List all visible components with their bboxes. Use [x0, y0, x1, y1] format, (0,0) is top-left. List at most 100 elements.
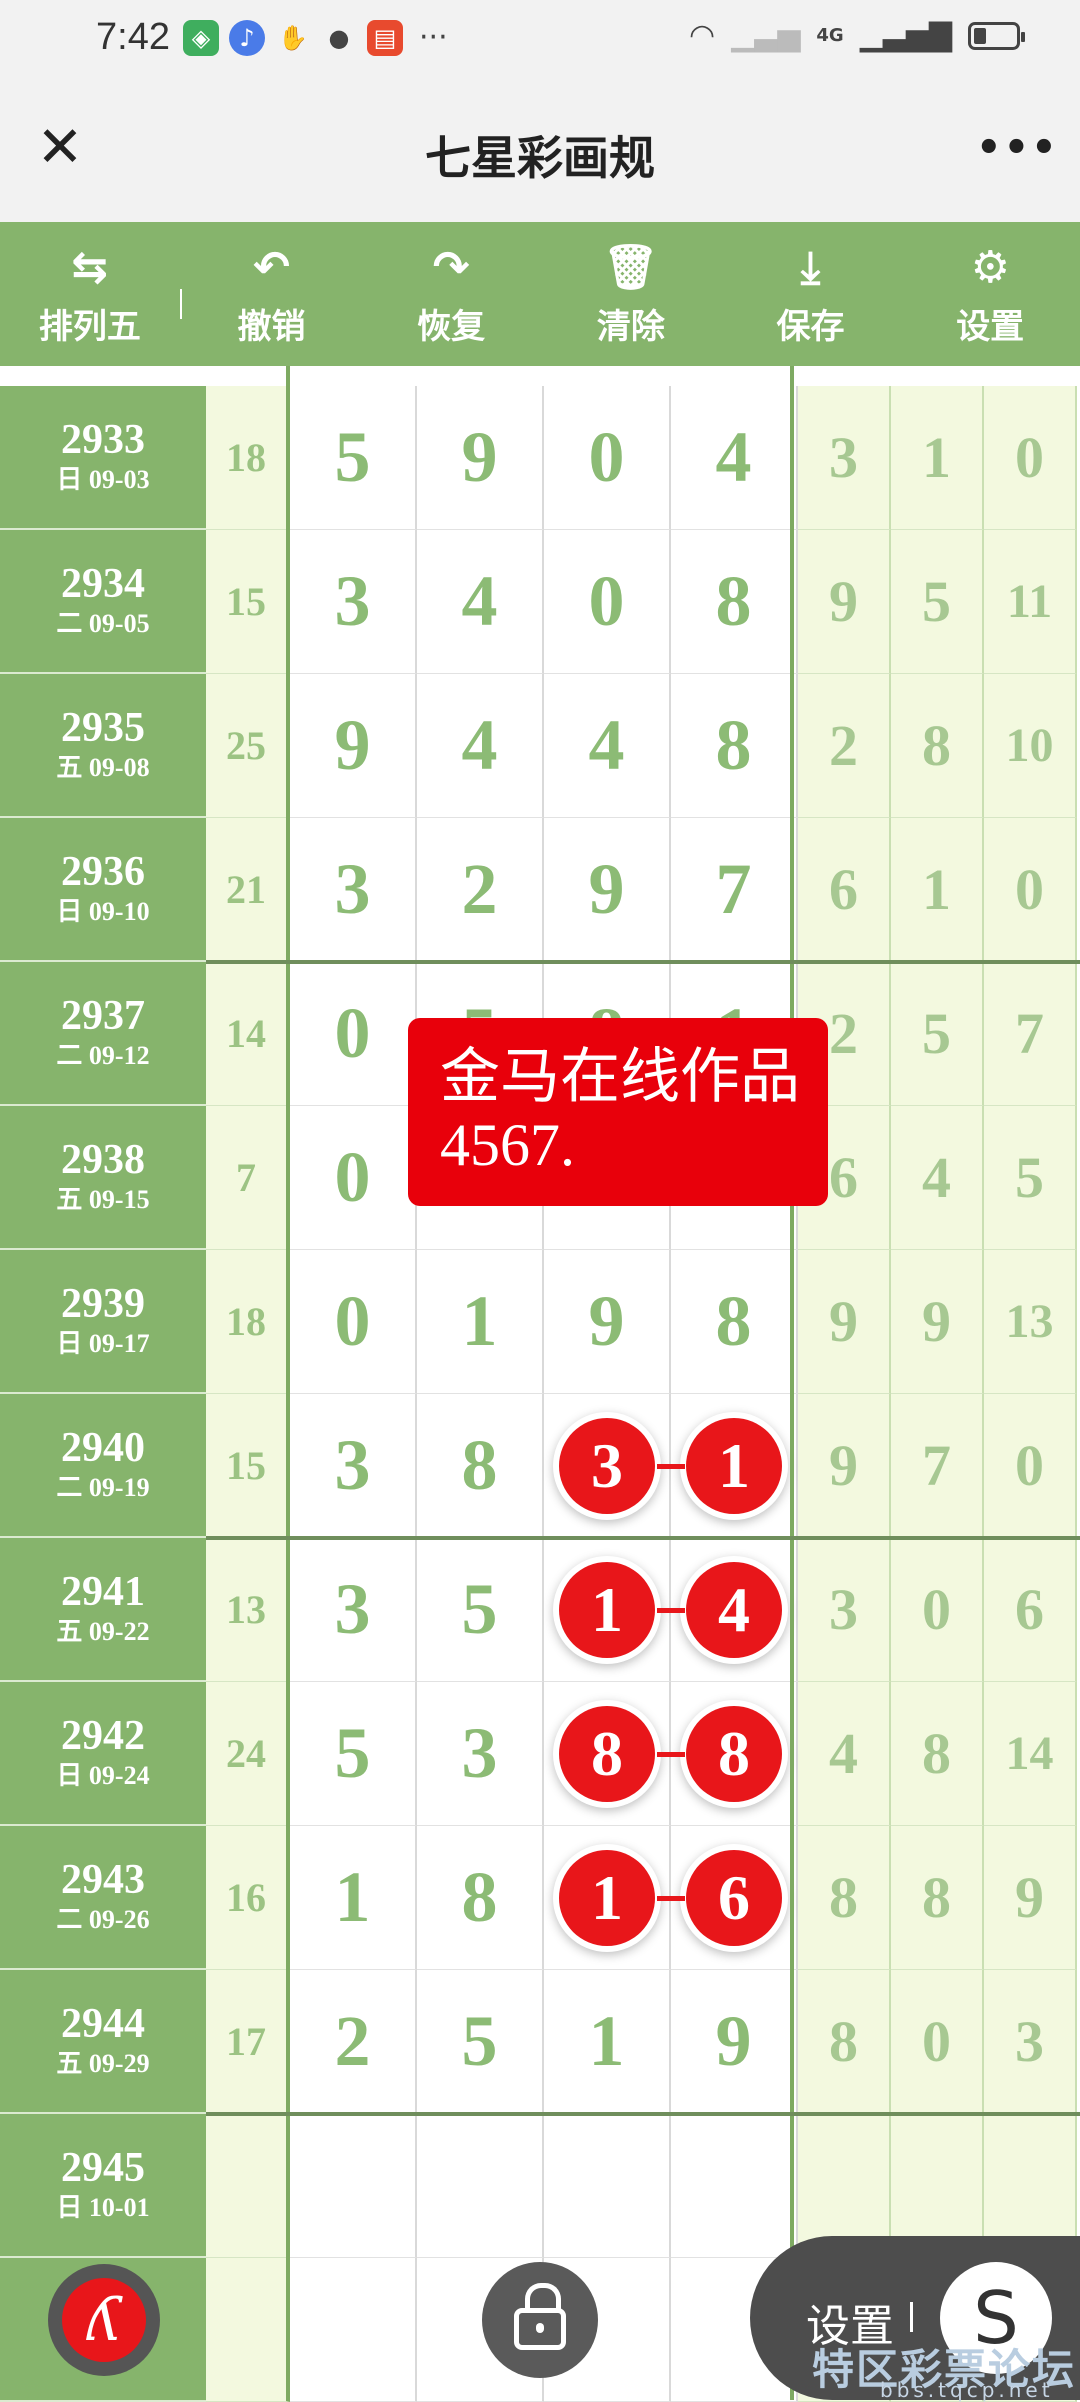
digit-cell[interactable]: 3 — [290, 1538, 417, 1682]
digit-cell[interactable]: 8 — [671, 530, 798, 674]
highlight-ball[interactable]: 1 — [686, 1418, 782, 1514]
digit-cell[interactable]: 4 — [671, 386, 798, 530]
draw-date: 五 09-22 — [56, 1617, 150, 1646]
table-row: 2935 五 09-08 25 9 4 4 8 2 8 10 — [0, 674, 1080, 818]
digit-cell[interactable]: 3 — [290, 1394, 417, 1538]
stat-cell: 8 — [891, 1682, 984, 1826]
digit-cell[interactable]: 9 — [544, 818, 671, 962]
highlight-ball[interactable]: 8 — [686, 1706, 782, 1802]
stat-cell: 14 — [984, 1682, 1077, 1826]
digit-cell[interactable]: 3 — [290, 530, 417, 674]
draw-grid[interactable]: 2933 日 09-03 18 5 9 0 4 3 1 0 2934 二 09-05 15 3 4 0 8 9 5 1… — [0, 366, 1080, 2402]
stat-cell: 7 — [984, 962, 1077, 1106]
period-cell: 2939 日 09-17 — [0, 1250, 206, 1394]
toolbar-settings-button[interactable]: ⚙ 设置 — [900, 222, 1080, 366]
digit-cell[interactable]: 1 — [290, 1826, 417, 1970]
digit-cell[interactable]: 4 — [544, 674, 671, 818]
digit-cell[interactable]: 9 — [544, 1250, 671, 1394]
digit-cell[interactable]: 0 — [290, 1250, 417, 1394]
highlight-ball[interactable]: 1 — [559, 1850, 655, 1946]
toolbar-lottery-type-button[interactable]: ⇆ 排列五 — [0, 222, 180, 366]
music-icon: ♪ — [229, 20, 265, 56]
pen-tool-button[interactable]: ʎ — [48, 2264, 160, 2376]
digit-cell[interactable]: 2 — [290, 1970, 417, 2114]
author-banner: 金马在线作品 4567. — [408, 1018, 828, 1206]
highlight-ball[interactable]: 3 — [559, 1418, 655, 1514]
sum-divider — [286, 366, 290, 2400]
digit-cell[interactable]: 8 — [417, 1826, 544, 1970]
digit-cell[interactable]: 3 — [290, 818, 417, 962]
trash-icon: 🗑 — [602, 241, 659, 293]
digit-cell[interactable]: 0 — [290, 962, 417, 1106]
lock-button[interactable] — [482, 2262, 598, 2378]
digit-cell[interactable]: 9 — [290, 674, 417, 818]
sum-cell: 15 — [206, 1394, 290, 1538]
sum-cell — [206, 2114, 290, 2258]
sum-cell: 17 — [206, 1970, 290, 2114]
digit-cell[interactable]: 7 — [671, 818, 798, 962]
notification-icons: ◈ ♪ ✋ ● ▤ ··· — [183, 20, 448, 56]
digit-cell[interactable]: 1 — [417, 1250, 544, 1394]
stat-cell: 0 — [891, 1538, 984, 1682]
digit-cell[interactable]: 1 — [544, 1970, 671, 2114]
period-number: 2937 — [61, 993, 145, 1039]
toolbar-clear-button[interactable]: 🗑 清除 — [541, 222, 721, 366]
digit-cell[interactable]: 2 — [417, 818, 544, 962]
digit-cell[interactable]: 9 — [417, 386, 544, 530]
digit-cell[interactable]: 0 — [544, 386, 671, 530]
toolbar-redo-button[interactable]: ↷ 恢复 — [361, 222, 541, 366]
digit-cell[interactable] — [290, 2114, 417, 2258]
stat-cell: 0 — [984, 386, 1077, 530]
digit-cell[interactable]: 5 — [290, 1682, 417, 1826]
ball-connector — [657, 1464, 685, 1469]
more-menu-icon[interactable]: ••• — [976, 116, 1057, 180]
table-row: 2936 日 09-10 21 3 2 9 7 6 1 0 — [0, 818, 1080, 962]
sum-cell: 15 — [206, 530, 290, 674]
table-row: 2933 日 09-03 18 5 9 0 4 3 1 0 — [0, 386, 1080, 530]
period-cell: 2945 日 10-01 — [0, 2114, 206, 2258]
highlight-ball[interactable]: 6 — [686, 1850, 782, 1946]
digit-cell[interactable]: 5 — [417, 1538, 544, 1682]
digit-cell[interactable]: 0 — [290, 1106, 417, 1250]
sum-cell: 24 — [206, 1682, 290, 1826]
digit-cell[interactable] — [417, 2114, 544, 2258]
digit-cell[interactable] — [544, 2114, 671, 2258]
status-bar: 7:42 ◈ ♪ ✋ ● ▤ ··· ◠ ▁▃▅ 4G ▁▃▅▇ — [0, 0, 1080, 78]
stat-cell: 4 — [798, 1682, 891, 1826]
digit-cell[interactable]: 8 — [417, 1394, 544, 1538]
redo-icon: ↷ — [432, 241, 470, 293]
highlight-ball[interactable]: 1 — [559, 1562, 655, 1658]
stat-cell: 7 — [891, 1394, 984, 1538]
digit-cell[interactable]: 4 — [417, 674, 544, 818]
toolbar-save-button[interactable]: ⤓ 保存 — [721, 222, 901, 366]
group-divider — [206, 2112, 1080, 2116]
digit-cell[interactable]: 5 — [290, 386, 417, 530]
stat-cell: 9 — [891, 1250, 984, 1394]
stat-cell: 11 — [984, 530, 1077, 674]
digit-cell[interactable] — [671, 2114, 798, 2258]
stat-cell: 6 — [798, 818, 891, 962]
digit-cell[interactable]: 8 — [671, 674, 798, 818]
hand-icon: ✋ — [278, 24, 308, 52]
highlight-ball[interactable]: 8 — [559, 1706, 655, 1802]
digit-cell[interactable]: 3 — [417, 1682, 544, 1826]
stat-cell: 1 — [891, 818, 984, 962]
digit-cell[interactable]: 4 — [417, 530, 544, 674]
stat-cell: 5 — [891, 530, 984, 674]
download-icon: ⤓ — [800, 241, 821, 293]
signal-icon: ▁▃▅ — [731, 18, 801, 53]
watermark-sub: bbs.tqcp.net — [880, 2378, 1054, 2402]
digit-cell[interactable]: 8 — [671, 1250, 798, 1394]
ball-connector — [657, 1752, 685, 1757]
app-icon: ◈ — [183, 20, 219, 56]
toolbar-undo-button[interactable]: ↶ 撤销 — [182, 222, 362, 366]
period-number: 2940 — [61, 1425, 145, 1471]
digit-cell[interactable] — [290, 2258, 417, 2402]
highlight-ball[interactable]: 4 — [686, 1562, 782, 1658]
sum-cell: 13 — [206, 1538, 290, 1682]
digit-cell[interactable]: 9 — [671, 1970, 798, 2114]
toolbar-label: 撤销 — [237, 306, 306, 347]
digit-cell[interactable]: 0 — [544, 530, 671, 674]
digit-cell[interactable]: 5 — [417, 1970, 544, 2114]
toolbar-label: 清除 — [596, 306, 665, 347]
